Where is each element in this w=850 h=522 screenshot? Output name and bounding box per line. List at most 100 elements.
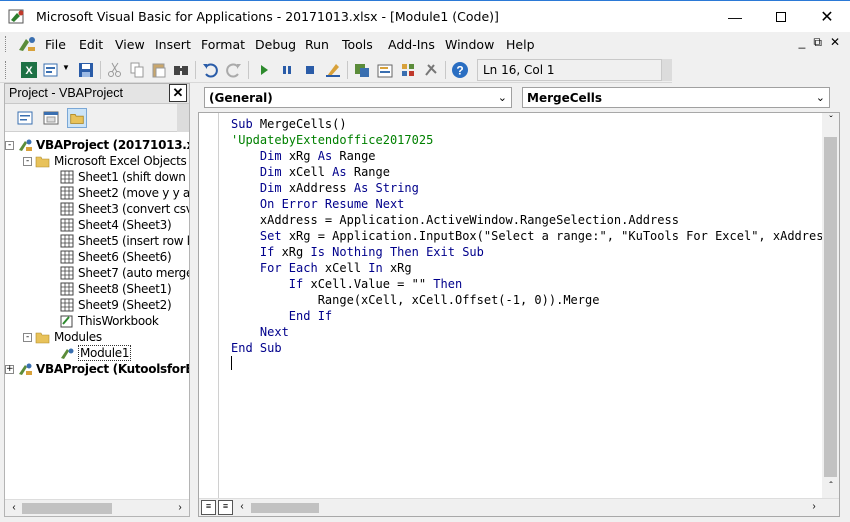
maximize-button[interactable]	[758, 1, 804, 32]
code-horizontal-scrollbar[interactable]: ≡ ≡ ‹ ›	[199, 498, 839, 516]
tree-node[interactable]: Sheet3 (convert csv	[59, 201, 189, 217]
code-line[interactable]: 'UpdatebyExtendoffice2017025	[231, 132, 831, 148]
collapse-icon[interactable]: -	[23, 332, 32, 342]
menu-insert[interactable]: Insert	[155, 37, 191, 52]
copy-icon[interactable]	[128, 61, 146, 79]
tree-node[interactable]: Sheet1 (shift down a	[59, 169, 189, 185]
view-object-icon[interactable]	[41, 108, 61, 128]
menu-tools[interactable]: Tools	[342, 37, 373, 52]
paste-icon[interactable]	[150, 61, 168, 79]
insert-dropdown-chevron-icon[interactable]: ▼	[62, 63, 70, 72]
code-line[interactable]: End If	[231, 308, 831, 324]
code-line[interactable]: For Each xCell In xRg	[231, 260, 831, 276]
code-line[interactable]: If xCell.Value = "" Then	[231, 276, 831, 292]
project-explorer-icon[interactable]	[353, 61, 371, 79]
code-line[interactable]: Sub MergeCells()	[231, 116, 831, 132]
scroll-up-icon[interactable]: ˇ	[824, 115, 838, 129]
tree-node[interactable]: ThisWorkbook	[59, 313, 159, 329]
menu-addins[interactable]: Add-Ins	[388, 37, 435, 52]
menu-file[interactable]: File	[45, 37, 66, 52]
scrollbar-thumb[interactable]	[251, 503, 319, 513]
redo-icon[interactable]	[225, 61, 243, 79]
tree-node[interactable]: Module1	[59, 345, 132, 361]
child-restore-icon[interactable]: ⧉	[813, 35, 822, 50]
cursor-position-readout: Ln 16, Col 1	[477, 59, 662, 81]
save-icon[interactable]	[77, 61, 95, 79]
menu-run[interactable]: Run	[305, 37, 329, 52]
tree-node[interactable]: - Modules	[23, 329, 102, 345]
collapse-icon[interactable]: -	[5, 140, 14, 150]
toolbox-icon[interactable]	[422, 61, 440, 79]
project-horizontal-scrollbar[interactable]: ‹ ›	[5, 499, 189, 516]
scroll-right-icon[interactable]: ›	[173, 502, 187, 516]
menu-help[interactable]: Help	[506, 37, 535, 52]
code-line[interactable]	[231, 356, 831, 372]
code-line[interactable]: xAddress = Application.ActiveWindow.Rang…	[231, 212, 831, 228]
code-line[interactable]: If xRg Is Nothing Then Exit Sub	[231, 244, 831, 260]
menu-view[interactable]: View	[115, 37, 145, 52]
code-line[interactable]: End Sub	[231, 340, 831, 356]
code-editor[interactable]: Sub MergeCells() 'UpdatebyExtendoffice201…	[198, 112, 840, 517]
design-mode-icon[interactable]	[324, 61, 342, 79]
reset-icon[interactable]	[301, 61, 319, 79]
tree-node[interactable]: Sheet7 (auto merge	[59, 265, 189, 281]
scrollbar-thumb[interactable]	[22, 503, 112, 514]
code-line[interactable]: On Error Resume Next	[231, 196, 831, 212]
view-excel-icon[interactable]: X	[20, 61, 38, 79]
code-text[interactable]: Sub MergeCells() 'UpdatebyExtendoffice201…	[231, 116, 831, 372]
project-toolbar-options-handle[interactable]	[177, 104, 189, 132]
vba-menu-icon[interactable]	[16, 35, 38, 53]
scroll-down-icon[interactable]: ˆ	[824, 481, 838, 495]
insert-userform-icon[interactable]	[42, 61, 60, 79]
menu-window[interactable]: Window	[445, 37, 494, 52]
procedure-view-icon[interactable]: ≡	[201, 500, 216, 515]
find-icon[interactable]	[172, 61, 190, 79]
break-icon[interactable]	[278, 61, 296, 79]
code-line[interactable]: Range(xCell, xCell.Offset(-1, 0)).Merge	[231, 292, 831, 308]
scroll-right-icon[interactable]: ›	[807, 501, 821, 515]
tree-node[interactable]: Sheet8 (Sheet1)	[59, 281, 172, 297]
project-explorer-close-button[interactable]: ✕	[169, 84, 187, 102]
help-icon[interactable]: ?	[451, 61, 469, 79]
scrollbar-thumb[interactable]	[824, 137, 837, 477]
scroll-left-icon[interactable]: ‹	[235, 501, 249, 515]
tree-node[interactable]: - VBAProject (20171013.x	[5, 137, 189, 153]
tree-node[interactable]: + VBAProject (KutoolsforE	[5, 361, 189, 377]
undo-icon[interactable]	[201, 61, 219, 79]
tree-node[interactable]: Sheet5 (insert row k	[59, 233, 189, 249]
svg-text:?: ?	[456, 64, 463, 78]
procedure-dropdown[interactable]: MergeCells ⌄	[522, 87, 830, 108]
child-close-icon[interactable]: ✕	[830, 35, 840, 50]
tree-node[interactable]: Sheet9 (Sheet2)	[59, 297, 172, 313]
code-margin-indicator[interactable]	[199, 113, 219, 499]
collapse-icon[interactable]: -	[23, 156, 32, 166]
object-dropdown[interactable]: (General) ⌄	[204, 87, 512, 108]
close-button[interactable]: ✕	[804, 1, 850, 32]
tree-node[interactable]: Sheet2 (move y y a:	[59, 185, 189, 201]
run-icon[interactable]	[255, 61, 273, 79]
code-line[interactable]: Dim xAddress As String	[231, 180, 831, 196]
menu-edit[interactable]: Edit	[79, 37, 103, 52]
code-vertical-scrollbar[interactable]: ˇ ˆ	[822, 113, 839, 499]
code-line[interactable]: Set xRg = Application.InputBox("Select a…	[231, 228, 831, 244]
view-code-icon[interactable]	[15, 108, 35, 128]
object-browser-icon[interactable]	[399, 61, 417, 79]
menu-format[interactable]: Format	[201, 37, 245, 52]
toolbar-options-handle[interactable]	[662, 59, 672, 81]
code-line[interactable]: Dim xCell As Range	[231, 164, 831, 180]
scroll-left-icon[interactable]: ‹	[7, 502, 21, 516]
minimize-button[interactable]: —	[712, 1, 758, 32]
tree-node[interactable]: Sheet6 (Sheet6)	[59, 249, 172, 265]
code-line[interactable]: Dim xRg As Range	[231, 148, 831, 164]
expand-icon[interactable]: +	[5, 364, 14, 374]
menu-debug[interactable]: Debug	[255, 37, 296, 52]
code-line[interactable]: Next	[231, 324, 831, 340]
full-module-view-icon[interactable]: ≡	[218, 500, 233, 515]
tree-node[interactable]: - Microsoft Excel Objects	[23, 153, 187, 169]
child-minimize-icon[interactable]: _	[799, 35, 806, 50]
cut-icon[interactable]	[106, 61, 124, 79]
toggle-folders-icon[interactable]	[67, 108, 87, 128]
properties-window-icon[interactable]	[376, 61, 394, 79]
tree-node[interactable]: Sheet4 (Sheet3)	[59, 217, 172, 233]
